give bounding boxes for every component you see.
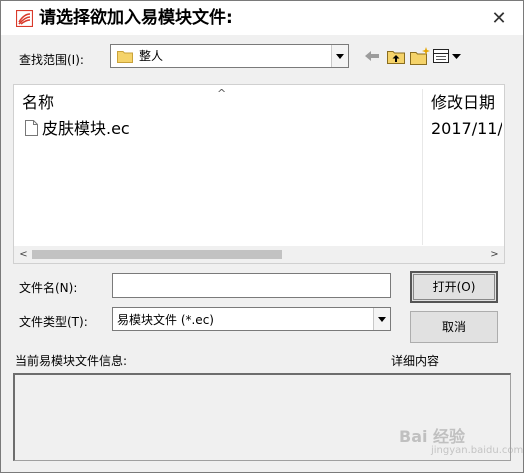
open-file-dialog: 请选择欲加入易模块文件: ✕ 查找范围(I): 整人 名称 ^ 修改日期 皮肤模…	[0, 0, 524, 473]
sort-ascending-icon: ^	[217, 87, 227, 100]
horizontal-scrollbar[interactable]: < >	[14, 246, 504, 263]
list-item[interactable]: 皮肤模块.ec 2017/11/4	[22, 118, 502, 140]
file-modified-date: 2017/11/4	[431, 119, 502, 138]
cancel-button[interactable]: 取消	[410, 311, 498, 343]
dialog-title: 请选择欲加入易模块文件:	[39, 8, 233, 28]
chevron-down-icon[interactable]	[331, 45, 348, 67]
folder-icon	[117, 51, 133, 63]
file-list[interactable]: 名称 ^ 修改日期 皮肤模块.ec 2017/11/4 < >	[13, 84, 505, 264]
file-type-label: 文件类型(T):	[19, 315, 88, 329]
look-in-label: 查找范围(I):	[19, 53, 84, 67]
file-type-value: 易模块文件 (*.ec)	[117, 313, 214, 327]
look-in-value: 整人	[139, 49, 164, 63]
close-icon[interactable]: ✕	[487, 7, 511, 31]
open-button[interactable]: 打开(O)	[410, 271, 498, 303]
file-name-field[interactable]	[112, 273, 391, 298]
scrollbar-thumb[interactable]	[32, 250, 282, 259]
file-name-label: 文件名(N):	[19, 281, 78, 295]
baidu-jingyan-watermark: Bai 经验 jingyan.baidu.com	[399, 421, 523, 461]
column-separator[interactable]	[422, 89, 423, 245]
file-name: 皮肤模块.ec	[42, 119, 130, 138]
module-info-label: 当前易模块文件信息:	[15, 354, 128, 368]
column-header-modified[interactable]: 修改日期	[431, 93, 495, 113]
watermark-text: Bai 经验	[399, 427, 466, 446]
file-icon	[25, 120, 38, 136]
view-menu-icon[interactable]	[432, 46, 464, 66]
watermark-url: jingyan.baidu.com	[431, 445, 524, 456]
column-header-name[interactable]: 名称	[22, 93, 54, 113]
look-in-dropdown[interactable]: 整人	[110, 44, 349, 68]
title-bar[interactable]: 请选择欲加入易模块文件: ✕	[1, 1, 523, 35]
new-folder-icon[interactable]	[409, 46, 431, 66]
scroll-left-icon[interactable]: <	[16, 246, 31, 263]
chevron-down-icon[interactable]	[373, 308, 390, 330]
scroll-right-icon[interactable]: >	[487, 246, 502, 263]
easy-language-app-icon	[16, 10, 33, 27]
up-folder-icon[interactable]	[386, 46, 406, 66]
back-arrow-icon[interactable]	[363, 46, 381, 66]
file-type-dropdown[interactable]: 易模块文件 (*.ec)	[112, 307, 391, 331]
details-label: 详细内容	[391, 354, 440, 368]
